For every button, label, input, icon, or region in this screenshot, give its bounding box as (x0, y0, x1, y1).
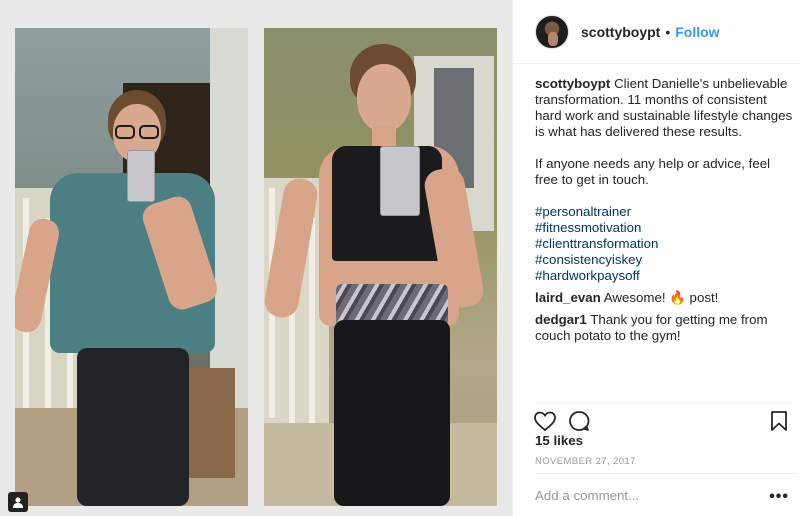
before-photo (15, 28, 248, 506)
comment-item: laird_evan Awesome! 🔥 post! (535, 290, 793, 306)
post-header: scottyboypt • Follow (513, 0, 800, 64)
hashtag-link[interactable]: #fitnessmotivation (535, 220, 793, 236)
comment-text: Awesome! 🔥 post! (603, 290, 719, 305)
bookmark-icon[interactable] (767, 409, 791, 433)
caption: scottyboypt Client Danielle's unbelievab… (535, 76, 793, 140)
avatar[interactable] (535, 14, 569, 49)
add-comment-bar: ••• (535, 473, 797, 516)
hashtag-link[interactable]: #consistencyiskey (535, 252, 793, 268)
hashtag-link[interactable]: #personaltrainer (535, 204, 793, 220)
hashtag-link[interactable]: #clienttransformation (535, 236, 793, 252)
follow-button[interactable]: Follow (675, 24, 719, 40)
post-side-panel: scottyboypt • Follow scottyboypt Client … (512, 0, 800, 516)
comment-username[interactable]: laird_evan (535, 290, 601, 305)
add-comment-input[interactable] (535, 487, 755, 503)
header-separator: • (665, 23, 671, 40)
more-options-button[interactable]: ••• (769, 488, 789, 506)
comments-section: scottyboypt Client Danielle's unbelievab… (535, 76, 793, 344)
action-bar (533, 402, 793, 433)
user-tag-icon[interactable] (8, 492, 28, 512)
caption-text-2: If anyone needs any help or advice, feel… (535, 156, 771, 187)
heart-icon[interactable] (533, 409, 557, 433)
comment-bubble-icon[interactable] (567, 409, 591, 433)
after-photo (264, 28, 497, 506)
comment-item: dedgar1 Thank you for getting me from co… (535, 312, 793, 344)
caption-username[interactable]: scottyboypt (535, 76, 610, 91)
likes-count[interactable]: 15 likes (535, 433, 583, 448)
hashtag-link[interactable]: #hardworkpaysoff (535, 268, 793, 284)
post-date: NOVEMBER 27, 2017 (535, 456, 636, 467)
post-media[interactable] (0, 0, 512, 516)
author-username[interactable]: scottyboypt (581, 24, 660, 40)
comment-username[interactable]: dedgar1 (535, 312, 587, 327)
